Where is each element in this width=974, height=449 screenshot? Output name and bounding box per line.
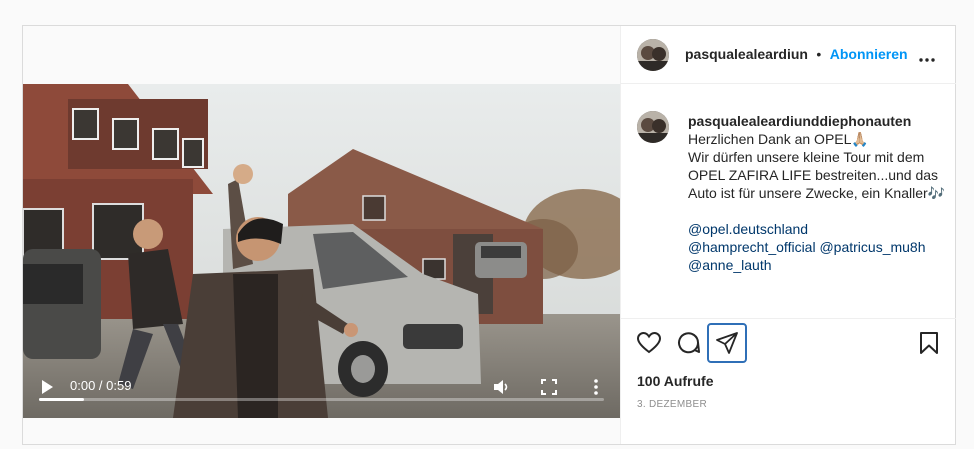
mention-link[interactable]: @anne_lauth [688, 257, 772, 273]
mention-link[interactable]: @opel.deutschland [688, 221, 808, 237]
post-header: pasqualealeardiun • Abonnieren [621, 26, 956, 84]
follow-button[interactable]: Abonnieren [830, 46, 908, 62]
caption-avatar[interactable] [637, 111, 669, 143]
post-actions: 100 Aufrufe 3. DEZEMBER [621, 318, 956, 449]
send-icon [716, 332, 738, 354]
more-horizontal-icon[interactable] [918, 50, 936, 68]
video-controls: 0:00 / 0:59 [23, 358, 620, 418]
post-sidebar: pasqualealeardiun • Abonnieren pasqualea… [620, 26, 956, 444]
media-area: 0:00 / 0:59 [23, 26, 620, 444]
video-player[interactable]: 0:00 / 0:59 [23, 84, 620, 418]
caption-line: Herzlichen Dank an OPEL🙏🏼 [688, 131, 869, 147]
post-card: 0:00 / 0:59 pasqualealeardiun • Abonnier… [22, 25, 956, 445]
play-icon[interactable] [40, 379, 54, 400]
mention-link[interactable]: @hamprecht_official [688, 239, 816, 255]
video-progress-fill [39, 398, 85, 401]
bookmark-icon[interactable] [915, 329, 943, 357]
caption-author[interactable]: pasqualealeardiunddiephonauten [688, 112, 948, 130]
video-time: 0:00 / 0:59 [70, 378, 132, 393]
video-progress-bar[interactable] [39, 398, 604, 401]
caption-text: pasqualealeardiunddiephonauten Herzliche… [688, 112, 948, 274]
caption-line: Wir dürfen unsere kleine Tour mit dem OP… [688, 149, 946, 201]
caption-area: pasqualealeardiunddiephonauten Herzliche… [621, 84, 956, 316]
heart-icon[interactable] [635, 329, 663, 357]
post-author[interactable]: pasqualealeardiun [685, 46, 808, 62]
mention-link[interactable]: @patricus_mu8h [819, 239, 925, 255]
view-count[interactable]: 100 Aufrufe [637, 373, 714, 389]
avatar[interactable] [637, 39, 669, 71]
post-date[interactable]: 3. DEZEMBER [637, 399, 707, 410]
share-button[interactable] [707, 323, 747, 363]
fullscreen-icon[interactable] [541, 379, 557, 400]
comment-icon[interactable] [675, 329, 703, 357]
separator-dot: • [816, 46, 822, 62]
